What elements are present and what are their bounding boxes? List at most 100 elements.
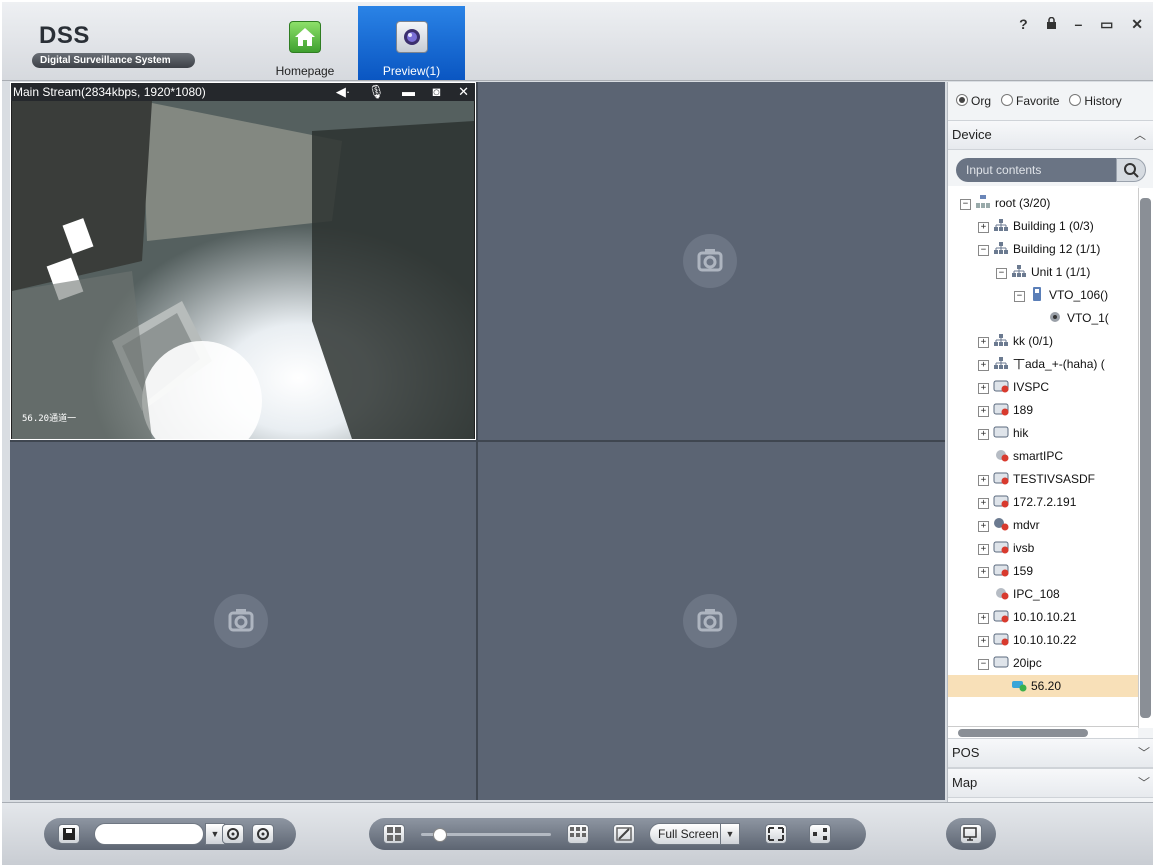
app-title: DSS xyxy=(39,22,90,49)
tree-node[interactable]: − VTO_106() xyxy=(948,284,1138,306)
radio-history[interactable]: History xyxy=(1069,94,1122,108)
grid-many-icon xyxy=(570,827,586,837)
expand-toggle-icon[interactable]: + xyxy=(978,222,989,233)
grid-four-icon xyxy=(387,827,401,841)
layout-tool-group: Full Screen ▼ xyxy=(369,818,866,850)
video-cell-1[interactable]: 56.20通道一 Main Stream(2834kbps, 1920*1080… xyxy=(10,82,476,440)
tree-node[interactable]: + Building 1 (0/3) xyxy=(948,215,1138,237)
tour-stop-button[interactable] xyxy=(252,824,274,844)
tree-node[interactable]: IPC_108 xyxy=(948,583,1138,605)
tree-node[interactable]: VTO_1( xyxy=(948,307,1138,329)
chevron-up-icon: ︿ xyxy=(1133,128,1146,142)
dvr-offline-icon xyxy=(993,539,1009,554)
slider-knob[interactable] xyxy=(433,828,447,842)
tab-homepage[interactable]: Homepage xyxy=(263,6,347,80)
help-button[interactable]: ? xyxy=(1019,16,1028,32)
fullscreen-button[interactable]: Full Screen ▼ xyxy=(649,823,740,845)
dvr-offline-icon xyxy=(993,378,1009,393)
tree-node[interactable]: + IVSPC xyxy=(948,376,1138,398)
expand-toggle-icon[interactable]: − xyxy=(978,245,989,256)
split-slider[interactable] xyxy=(421,828,551,842)
lock-button[interactable] xyxy=(1046,16,1057,32)
close-video-icon[interactable]: ✕ xyxy=(458,84,469,99)
minimize-button[interactable]: – xyxy=(1074,16,1082,32)
tree-node-label: mdvr xyxy=(1013,518,1040,532)
expand-toggle-icon[interactable]: + xyxy=(978,383,989,394)
tree-node-label: TESTIVSASDF xyxy=(1013,472,1096,486)
expand-button[interactable] xyxy=(765,824,787,844)
tree-node-label: 189 xyxy=(1013,403,1034,417)
tree-node[interactable]: + kk (0/1) xyxy=(948,330,1138,352)
map-section-header[interactable]: Map ﹀ xyxy=(948,768,1153,798)
device-section-header[interactable]: Device ︿ xyxy=(948,120,1153,150)
edit-layout-button[interactable] xyxy=(613,824,635,844)
search-input[interactable] xyxy=(956,158,1116,182)
expand-toggle-icon[interactable]: + xyxy=(978,360,989,371)
expand-toggle-icon[interactable]: + xyxy=(978,613,989,624)
dropdown-arrow-icon[interactable]: ▼ xyxy=(720,823,740,845)
expand-toggle-icon[interactable]: + xyxy=(978,406,989,417)
expand-toggle-icon[interactable]: + xyxy=(978,429,989,440)
share-button[interactable] xyxy=(809,824,831,844)
video-cell-3[interactable] xyxy=(10,442,476,800)
expand-toggle-icon[interactable]: − xyxy=(996,268,1007,279)
view-select[interactable]: ▼ xyxy=(94,823,225,845)
ipc-offline-icon xyxy=(993,585,1009,600)
expand-toggle-icon[interactable]: + xyxy=(978,636,989,647)
close-button[interactable]: ✕ xyxy=(1131,16,1143,33)
osd-channel-label: 56.20通道一 xyxy=(22,414,77,424)
split-layout-button[interactable] xyxy=(383,824,405,844)
expand-toggle-icon[interactable]: + xyxy=(978,521,989,532)
audio-icon[interactable]: ◀· xyxy=(336,84,350,99)
tree-node[interactable]: + 丅ada_+-(haha) ( xyxy=(948,353,1138,375)
tree-node[interactable]: +172.7.2.191 xyxy=(948,491,1138,513)
left-tool-group: ▼ xyxy=(44,818,296,850)
device-search xyxy=(956,158,1146,182)
radio-favorite[interactable]: Favorite xyxy=(1001,94,1059,108)
tree-node[interactable]: +159 xyxy=(948,560,1138,582)
expand-toggle-icon[interactable]: + xyxy=(978,567,989,578)
pos-section-header[interactable]: POS ﹀ xyxy=(948,738,1153,768)
video-cell-2[interactable] xyxy=(478,82,945,440)
expand-toggle-icon[interactable]: + xyxy=(978,337,989,348)
search-button[interactable] xyxy=(1116,158,1146,182)
expand-toggle-icon[interactable]: − xyxy=(960,199,971,210)
tab-preview[interactable]: Preview(1) xyxy=(358,6,465,80)
tree-node-label: hik xyxy=(1013,426,1029,440)
expand-toggle-icon[interactable]: + xyxy=(978,475,989,486)
expand-toggle-icon[interactable]: + xyxy=(978,544,989,555)
tree-node[interactable]: smartIPC xyxy=(948,445,1138,467)
dvr-offline-icon xyxy=(993,562,1009,577)
tree-node[interactable]: + hik xyxy=(948,422,1138,444)
tree-node-label: Building 12 (1/1) xyxy=(1013,242,1101,256)
video-cell-4[interactable] xyxy=(478,442,945,800)
tree-node[interactable]: − 20ipc xyxy=(948,652,1138,674)
expand-toggle-icon[interactable]: − xyxy=(1014,291,1025,302)
maximize-button[interactable]: ▭ xyxy=(1100,16,1113,33)
video-feed: 56.20通道一 xyxy=(12,101,474,439)
record-icon[interactable]: ▬ xyxy=(402,84,415,99)
tree-node[interactable]: +10.10.10.21 xyxy=(948,606,1138,628)
tree-node[interactable]: 56.20 xyxy=(948,675,1138,697)
no-video-camera-icon xyxy=(683,234,737,288)
tree-node[interactable]: +10.10.10.22 xyxy=(948,629,1138,651)
radio-org[interactable]: Org xyxy=(956,94,991,108)
mic-icon[interactable]: 🎙 xyxy=(368,84,385,99)
tree-node[interactable]: − Unit 1 (1/1) xyxy=(948,261,1138,283)
video-wall-button[interactable] xyxy=(960,824,982,844)
tour-start-button[interactable] xyxy=(222,824,244,844)
tree-node[interactable]: + TESTIVSASDF xyxy=(948,468,1138,490)
expand-toggle-icon[interactable]: + xyxy=(978,498,989,509)
network-icon xyxy=(1011,263,1027,277)
tree-node[interactable]: + ivsb xyxy=(948,537,1138,559)
tree-node[interactable]: − Building 12 (1/1) xyxy=(948,238,1138,260)
tree-vertical-scrollbar[interactable] xyxy=(1138,188,1153,728)
snapshot-icon[interactable]: ◙ xyxy=(433,84,441,99)
tree-node[interactable]: − root (3/20) xyxy=(948,192,1138,214)
tree-node[interactable]: +189 xyxy=(948,399,1138,421)
custom-layout-button[interactable] xyxy=(567,824,589,844)
tree-node-label: 10.10.10.22 xyxy=(1013,633,1077,647)
tree-node[interactable]: + mdvr xyxy=(948,514,1138,536)
expand-toggle-icon[interactable]: − xyxy=(978,659,989,670)
save-view-button[interactable] xyxy=(58,824,80,844)
